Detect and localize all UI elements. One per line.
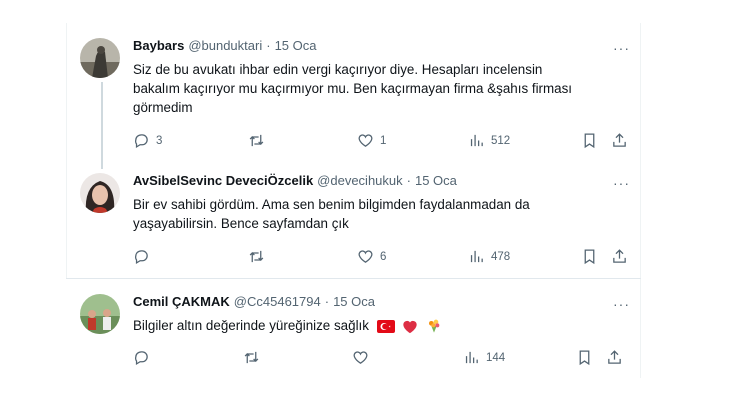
share-icon bbox=[608, 350, 621, 364]
share-button[interactable] bbox=[611, 248, 628, 265]
separator-dot: · bbox=[406, 173, 411, 188]
like-button[interactable]: 1 bbox=[357, 132, 386, 149]
share-icon bbox=[613, 249, 626, 263]
retweet-icon bbox=[249, 134, 264, 147]
thread-connector-line bbox=[101, 82, 103, 169]
tweet-text-line: görmedim bbox=[133, 100, 193, 115]
separator-dot: · bbox=[266, 38, 271, 53]
user-handle[interactable]: @bunduktari bbox=[188, 38, 262, 53]
tweet-text: Siz de bu avukatı ihbar edin vergi kaçır… bbox=[133, 60, 630, 117]
heart-icon bbox=[358, 250, 373, 263]
tweet-actions: 6 478 bbox=[133, 248, 633, 266]
views-button[interactable]: 478 bbox=[468, 248, 510, 265]
bouquet-icon bbox=[429, 320, 440, 334]
retweet-button[interactable] bbox=[248, 132, 271, 149]
views-chart-icon bbox=[470, 250, 483, 263]
like-button[interactable]: 6 bbox=[357, 248, 386, 265]
tweet-text: Bilgiler altın değerinde yüreğinize sağl… bbox=[133, 316, 630, 335]
reply-button[interactable] bbox=[133, 248, 156, 265]
like-count: 1 bbox=[380, 134, 387, 147]
retweet-icon bbox=[244, 351, 259, 364]
display-name[interactable]: Cemil ÇAKMAK bbox=[133, 294, 230, 309]
retweet-button[interactable] bbox=[243, 349, 266, 366]
more-options-icon[interactable]: ··· bbox=[613, 175, 630, 191]
views-button[interactable]: 144 bbox=[463, 349, 505, 366]
tweet-text-line: bakalım kaçırıyor mu kaçırmıyor mu. Ben … bbox=[133, 81, 573, 96]
avatar[interactable] bbox=[80, 38, 120, 78]
avatar[interactable] bbox=[80, 173, 120, 213]
views-chart-icon bbox=[465, 351, 478, 364]
bookmark-icon bbox=[579, 350, 590, 366]
bookmark-button[interactable] bbox=[576, 349, 593, 366]
share-icon bbox=[613, 133, 626, 147]
tweet-text-line: Bir ev sahibi gördüm. Ama sen benim bilg… bbox=[133, 197, 530, 212]
views-count: 512 bbox=[491, 134, 511, 147]
tweet-text-line: yaşayabilirsin. Bence sayfamdan çık bbox=[133, 216, 349, 231]
views-count: 478 bbox=[491, 250, 511, 263]
more-options-icon[interactable]: ··· bbox=[613, 40, 630, 56]
tweet-text-line: Bilgiler altın değerinde yüreğinize sağl… bbox=[133, 318, 369, 333]
bookmark-button[interactable] bbox=[581, 132, 598, 149]
heart-icon bbox=[353, 351, 368, 364]
red-heart-icon bbox=[403, 320, 418, 334]
bookmark-icon bbox=[584, 249, 595, 265]
views-chart-icon bbox=[470, 134, 483, 147]
tweet-header: Baybars @bunduktari · 15 Oca bbox=[133, 38, 630, 56]
flag-turkey-icon bbox=[376, 319, 395, 333]
more-options-icon[interactable]: ··· bbox=[613, 296, 630, 312]
reply-icon bbox=[135, 351, 148, 366]
panel-border-left bbox=[66, 23, 67, 278]
display-name[interactable]: AvSibelSevinc DeveciÖzcelik bbox=[133, 173, 313, 188]
tweet-header: AvSibelSevinc DeveciÖzcelik @devecihukuk… bbox=[133, 173, 630, 191]
user-handle[interactable]: @Cc45461794 bbox=[234, 294, 321, 309]
bookmark-button[interactable] bbox=[581, 248, 598, 265]
tweet-date[interactable]: 15 Oca bbox=[333, 294, 375, 309]
tweet-actions: 3 1 512 bbox=[133, 132, 633, 150]
views-button[interactable]: 512 bbox=[468, 132, 510, 149]
tweet-date[interactable]: 15 Oca bbox=[275, 38, 317, 53]
retweet-button[interactable] bbox=[248, 248, 271, 265]
reply-button[interactable] bbox=[133, 349, 156, 366]
reply-icon bbox=[135, 134, 148, 149]
tweet-text: Bir ev sahibi gördüm. Ama sen benim bilg… bbox=[133, 195, 630, 233]
share-button[interactable] bbox=[611, 132, 628, 149]
views-count: 144 bbox=[486, 351, 506, 364]
reply-button[interactable]: 3 bbox=[133, 132, 162, 149]
user-handle[interactable]: @devecihukuk bbox=[317, 173, 402, 188]
avatar[interactable] bbox=[80, 294, 120, 334]
retweet-icon bbox=[249, 250, 264, 263]
panel-border-right bbox=[640, 23, 641, 378]
heart-icon bbox=[358, 134, 373, 147]
tweet-header: Cemil ÇAKMAK @Cc45461794 · 15 Oca bbox=[133, 294, 630, 312]
share-button[interactable] bbox=[606, 349, 623, 366]
reply-count: 3 bbox=[156, 134, 163, 147]
bookmark-icon bbox=[584, 133, 595, 149]
tweet-text-line: Siz de bu avukatı ihbar edin vergi kaçır… bbox=[133, 62, 543, 77]
separator-dot: · bbox=[324, 294, 330, 309]
like-count: 6 bbox=[380, 250, 387, 263]
reply-icon bbox=[135, 250, 148, 265]
tweet-actions: 144 bbox=[133, 349, 633, 367]
thread-divider bbox=[66, 278, 641, 279]
like-button[interactable] bbox=[352, 349, 375, 366]
display-name[interactable]: Baybars bbox=[133, 38, 184, 53]
tweet-date[interactable]: 15 Oca bbox=[415, 173, 457, 188]
